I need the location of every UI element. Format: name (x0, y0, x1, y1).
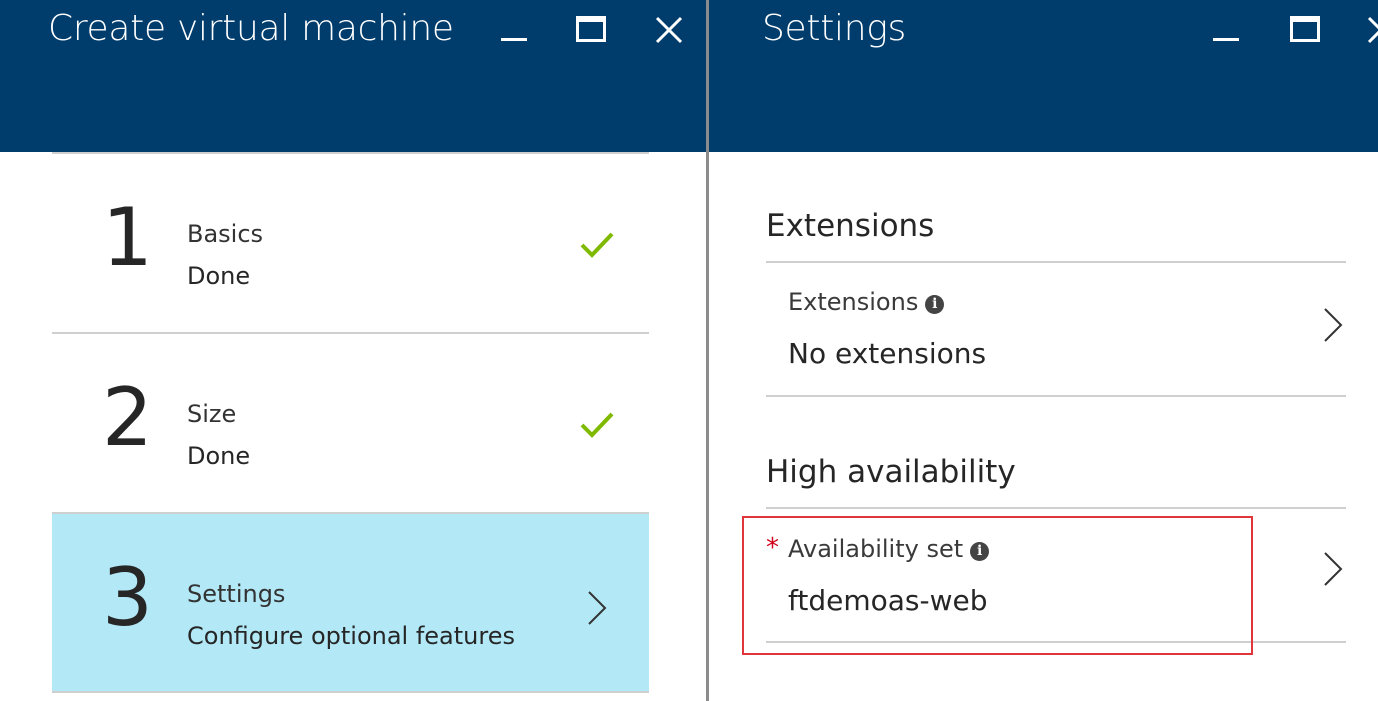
extensions-field-value: No extensions (788, 337, 987, 370)
extensions-heading: Extensions (766, 208, 935, 244)
availability-set-label-row: * Availability set i (766, 533, 990, 563)
create-vm-blade: Create virtual machine 1 Basics Done 2 S… (0, 0, 706, 701)
step-basics[interactable]: 1 Basics Done (52, 152, 649, 332)
maximize-button[interactable] (1287, 14, 1321, 48)
create-vm-header: Create virtual machine (0, 0, 706, 152)
step-number: 2 (102, 371, 153, 464)
availability-set-field[interactable]: * Availability set i ftdemoas-web (766, 509, 1346, 641)
high-availability-heading: High availability (766, 454, 1016, 490)
step-title: Settings (187, 580, 286, 608)
chevron-right-icon (1324, 552, 1343, 586)
minimize-button[interactable] (497, 14, 531, 48)
section-divider (766, 395, 1346, 397)
create-vm-title: Create virtual machine (48, 8, 454, 49)
section-divider (766, 641, 1346, 643)
checkmark-icon (580, 412, 614, 438)
step-settings[interactable]: 3 Settings Configure optional features (52, 512, 649, 692)
close-button[interactable] (1363, 14, 1378, 48)
chevron-right-icon (588, 591, 607, 625)
step-title: Basics (187, 220, 264, 248)
checkmark-icon (580, 232, 614, 258)
settings-title: Settings (762, 8, 907, 49)
step-number: 3 (102, 551, 153, 644)
close-icon (655, 16, 683, 44)
info-icon[interactable]: i (925, 295, 945, 314)
info-icon[interactable]: i (970, 542, 990, 561)
extensions-field-label-row: Extensions i (788, 288, 945, 316)
step-size[interactable]: 2 Size Done (52, 332, 649, 512)
step-status: Done (187, 262, 251, 290)
step-number: 1 (102, 191, 153, 284)
extensions-field-label: Extensions (788, 288, 919, 316)
availability-set-label: Availability set (788, 535, 964, 563)
settings-blade: Settings Extensions Extensions i No exten… (709, 0, 1378, 701)
minimize-button[interactable] (1209, 14, 1243, 48)
required-marker: * (766, 533, 779, 563)
step-title: Size (187, 400, 237, 428)
close-icon (1367, 16, 1378, 44)
step-list-bottom-divider (52, 691, 649, 693)
maximize-button[interactable] (573, 14, 607, 48)
settings-header: Settings (709, 0, 1378, 152)
availability-set-value: ftdemoas-web (788, 584, 988, 617)
close-button[interactable] (651, 14, 685, 48)
step-status: Configure optional features (187, 622, 515, 650)
chevron-right-icon (1324, 308, 1343, 342)
step-status: Done (187, 442, 251, 470)
extensions-field[interactable]: Extensions i No extensions (766, 263, 1346, 395)
